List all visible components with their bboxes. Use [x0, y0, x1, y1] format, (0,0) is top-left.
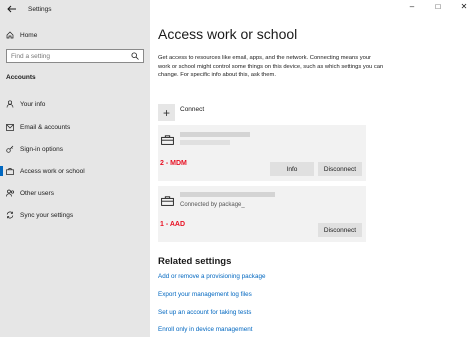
page-title: Access work or school: [158, 26, 298, 42]
redacted-account-detail: [180, 140, 230, 145]
title-bar: Settings: [0, 0, 150, 18]
close-icon[interactable]: ✕: [458, 2, 470, 11]
people-icon: [6, 189, 20, 197]
account-status: Connected by package_: [180, 202, 245, 208]
search-placeholder: Find a setting: [11, 52, 51, 60]
link-provisioning-package[interactable]: Add or remove a provisioning package: [158, 273, 265, 280]
sidebar-item-label: Other users: [20, 189, 54, 197]
disconnect-button[interactable]: Disconnect: [318, 223, 362, 237]
home-icon: [6, 31, 16, 39]
link-test-account[interactable]: Set up an account for taking tests: [158, 309, 251, 316]
redacted-account-name: [180, 192, 275, 197]
related-settings-heading: Related settings: [158, 256, 232, 267]
sidebar-item-sign-in-options[interactable]: Sign-in options: [6, 143, 146, 155]
account-card-aad[interactable]: Connected by package_ 1 - AAD Disconnect: [158, 186, 366, 242]
connect-button[interactable]: + Connect: [158, 101, 204, 121]
connect-label: Connect: [180, 106, 205, 113]
mail-icon: [6, 123, 20, 131]
annotation-label: 2 - MDM: [160, 160, 187, 167]
sidebar-item-home[interactable]: Home: [6, 29, 146, 41]
sidebar-item-sync-settings[interactable]: Sync your settings: [6, 209, 146, 221]
briefcase-icon: [161, 193, 174, 211]
section-heading: Accounts: [6, 74, 36, 81]
sidebar-item-label: Sync your settings: [20, 211, 74, 219]
page-description: Get access to resources like email, apps…: [158, 55, 384, 78]
search-input[interactable]: Find a setting: [6, 49, 144, 63]
back-arrow-icon: [7, 5, 16, 13]
sidebar-item-label: Sign-in options: [20, 145, 63, 153]
sidebar: Settings Home Find a setting Accounts Yo…: [0, 0, 150, 337]
main-content: – □ ✕ Access work or school Get access t…: [150, 0, 474, 337]
search-icon[interactable]: [131, 52, 139, 62]
maximize-icon[interactable]: □: [432, 2, 444, 11]
link-enroll-device-management[interactable]: Enroll only in device management: [158, 326, 253, 333]
minimize-icon[interactable]: –: [406, 2, 418, 11]
sync-icon: [6, 211, 20, 219]
sidebar-item-label: Access work or school: [20, 167, 85, 175]
link-export-logs[interactable]: Export your management log files: [158, 291, 252, 298]
redacted-account-name: [180, 132, 250, 137]
sidebar-item-your-info[interactable]: Your info: [6, 98, 146, 110]
annotation-label: 1 - AAD: [160, 221, 186, 228]
disconnect-button[interactable]: Disconnect: [318, 162, 362, 176]
sidebar-item-email-accounts[interactable]: Email & accounts: [6, 121, 146, 133]
person-icon: [6, 100, 20, 108]
key-icon: [6, 145, 20, 153]
sidebar-item-label: Email & accounts: [20, 123, 71, 131]
window-title: Settings: [28, 5, 52, 13]
back-button[interactable]: [4, 1, 20, 17]
info-button[interactable]: Info: [270, 162, 314, 176]
briefcase-icon: [6, 167, 20, 175]
window-controls: – □ ✕: [406, 2, 470, 11]
account-card-mdm[interactable]: 2 - MDM Info Disconnect: [158, 125, 366, 181]
sidebar-item-other-users[interactable]: Other users: [6, 187, 146, 199]
sidebar-item-label: Home: [20, 31, 38, 39]
plus-icon: +: [158, 104, 175, 121]
briefcase-icon: [161, 132, 174, 150]
sidebar-item-access-work-or-school[interactable]: Access work or school: [0, 165, 146, 177]
sidebar-item-label: Your info: [20, 100, 46, 108]
